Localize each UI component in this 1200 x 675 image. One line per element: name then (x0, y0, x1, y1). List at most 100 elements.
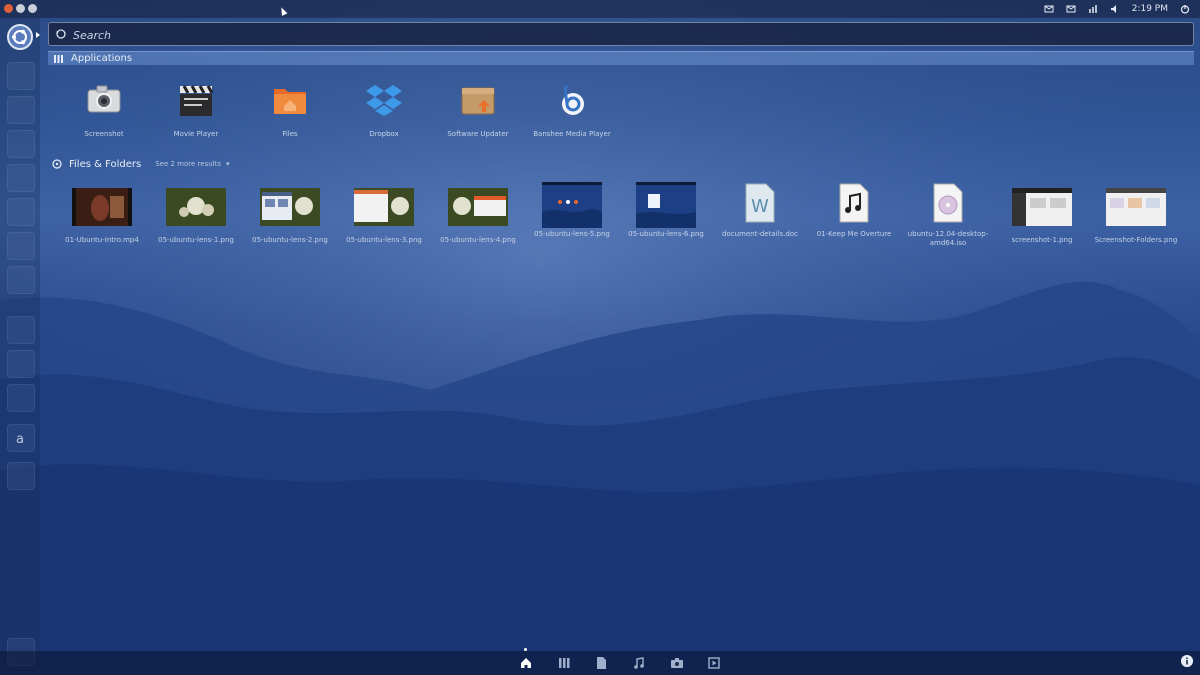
launcher-item[interactable] (7, 266, 35, 294)
file-label: 05-ubuntu-lens-1.png (158, 236, 234, 244)
launcher-item[interactable] (7, 384, 35, 412)
files-category-header[interactable]: Files & Folders See 2 more results ▾ (52, 157, 230, 171)
image-thumbnail (542, 182, 602, 228)
applications-category-header[interactable]: Applications (48, 51, 1194, 65)
file-label: 05-ubuntu-lens-4.png (440, 236, 516, 244)
launcher-item[interactable] (7, 164, 35, 192)
file-tile[interactable]: 01-Keep Me Overture (808, 182, 900, 262)
photos-lens-icon[interactable] (670, 656, 684, 670)
session-icon[interactable] (1180, 4, 1190, 14)
image-thumbnail (636, 182, 696, 228)
app-tile-screenshot[interactable]: Screenshot (58, 80, 148, 142)
image-thumbnail (354, 188, 414, 226)
lens-bar (0, 651, 1200, 675)
search-field[interactable] (48, 22, 1194, 46)
messaging-icon[interactable] (1044, 4, 1054, 14)
mail-icon[interactable] (1066, 4, 1076, 14)
app-label: Banshee Media Player (533, 130, 611, 138)
search-input[interactable] (71, 25, 1175, 45)
music-lens-icon[interactable] (632, 656, 646, 670)
launcher-item[interactable] (7, 198, 35, 226)
expand-results-icon[interactable]: ▾ (226, 160, 230, 168)
file-tile[interactable]: screenshot-1.png (996, 188, 1088, 268)
launcher-item[interactable] (7, 130, 35, 158)
top-panel: 2:19 PM (0, 0, 1200, 18)
file-tile[interactable]: 05-ubuntu-lens-3.png (338, 188, 430, 268)
video-lens-icon[interactable] (707, 656, 721, 670)
home-folder-icon (274, 89, 306, 114)
clock-label[interactable]: 2:19 PM (1132, 4, 1168, 14)
app-tile-dropbox[interactable]: Dropbox (338, 80, 428, 142)
applications-lens-icon[interactable] (557, 656, 571, 670)
launcher-item[interactable] (7, 62, 35, 90)
file-tile[interactable]: 05-ubuntu-lens-5.png (526, 182, 618, 262)
files-lens-icon[interactable] (594, 656, 608, 670)
network-icon[interactable] (1088, 4, 1098, 14)
image-thumbnail (166, 188, 226, 226)
file-tile[interactable]: Screenshot-Folders.png (1090, 188, 1182, 268)
file-label: screenshot-1.png (1011, 236, 1073, 244)
audio-file-icon (839, 183, 869, 223)
applications-category-icon (54, 54, 63, 63)
info-icon[interactable] (1181, 655, 1193, 667)
home-lens-icon[interactable] (519, 656, 533, 670)
file-label: 05-ubuntu-lens-5.png (534, 230, 610, 238)
app-tile-movie-player[interactable]: Movie Player (150, 80, 240, 142)
image-thumbnail (448, 188, 508, 226)
maximize-window-button[interactable] (28, 4, 37, 13)
see-more-results-link[interactable]: See 2 more results (155, 160, 221, 168)
file-tile[interactable]: W document-details.doc (714, 182, 806, 262)
file-label: 01-Keep Me Overture (816, 230, 892, 238)
file-tile[interactable]: 05-ubuntu-lens-4.png (432, 188, 524, 268)
file-label: 05-ubuntu-lens-3.png (346, 236, 422, 244)
amazon-launcher-item[interactable]: a (7, 424, 35, 452)
launcher-item[interactable] (7, 316, 35, 344)
applications-header-label: Applications (71, 53, 133, 64)
package-icon (461, 87, 495, 115)
launcher-item[interactable] (7, 462, 35, 490)
file-label: document-details.doc (722, 230, 798, 238)
file-label: 05-ubuntu-lens-2.png (252, 236, 328, 244)
launcher-item[interactable] (7, 96, 35, 124)
file-tile[interactable]: 01-Ubuntu-Intro.mp4 (56, 188, 148, 268)
image-thumbnail (260, 188, 320, 226)
app-label: Dropbox (369, 130, 399, 138)
amazon-icon: a (16, 432, 24, 447)
file-tile[interactable]: ubuntu-12.04-desktop-amd64.iso (902, 182, 994, 262)
file-tile[interactable]: 05-ubuntu-lens-2.png (244, 188, 336, 268)
minimize-window-button[interactable] (16, 4, 25, 13)
indicator-area: 2:19 PM (1044, 1, 1190, 17)
image-thumbnail (1012, 188, 1072, 226)
search-icon (56, 29, 66, 39)
app-tile-software-updater[interactable]: Software Updater (432, 80, 522, 142)
app-label: Files (282, 130, 298, 138)
file-label: 05-ubuntu-lens-6.png (628, 230, 704, 238)
dash-home-button[interactable] (7, 24, 33, 50)
app-tile-files[interactable]: Files (244, 80, 334, 142)
file-label: Screenshot-Folders.png (1094, 236, 1178, 244)
word-document-icon: W (745, 183, 775, 223)
launcher: a (0, 18, 40, 675)
files-category-icon (52, 159, 62, 169)
close-window-button[interactable] (4, 4, 13, 13)
volume-icon[interactable] (1110, 4, 1120, 14)
launcher-item[interactable] (7, 350, 35, 378)
banshee-icon (562, 85, 584, 115)
launcher-item[interactable] (7, 232, 35, 260)
clapperboard-icon (180, 85, 214, 116)
app-tile-banshee[interactable]: Banshee Media Player (526, 80, 616, 142)
file-label: ubuntu-12.04-desktop-amd64.iso (907, 230, 989, 247)
files-header-label: Files & Folders (69, 158, 142, 170)
svg-text:W: W (751, 196, 769, 217)
camera-icon (87, 85, 121, 113)
video-thumbnail (72, 188, 132, 226)
app-label: Software Updater (447, 130, 509, 138)
active-lens-indicator (524, 648, 527, 651)
svg-text:a: a (16, 432, 24, 447)
file-tile[interactable]: 05-ubuntu-lens-6.png (620, 182, 712, 262)
app-label: Screenshot (84, 130, 124, 138)
file-tile[interactable]: 05-ubuntu-lens-1.png (150, 188, 242, 268)
ubuntu-logo-icon (12, 29, 27, 45)
disc-image-icon (933, 183, 963, 223)
dropbox-icon (366, 85, 402, 116)
